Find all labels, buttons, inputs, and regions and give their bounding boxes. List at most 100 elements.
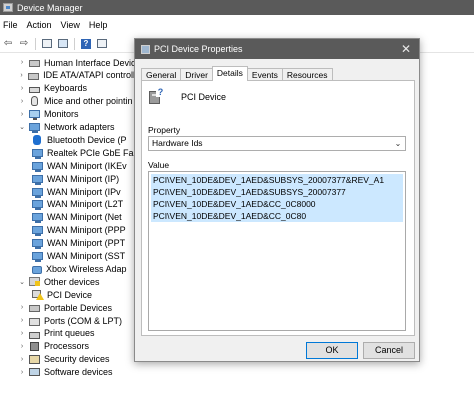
- tab-details[interactable]: Details: [211, 66, 248, 81]
- tree-item[interactable]: › Mice and other pointin: [0, 95, 140, 108]
- tree-item-label: Mice and other pointin: [44, 96, 133, 107]
- printer-icon: [29, 331, 40, 339]
- chevron-down-icon[interactable]: ⌄: [18, 278, 26, 286]
- tree-item[interactable]: › Processors: [0, 340, 140, 353]
- tree-item-label: Xbox Wireless Adap: [46, 263, 127, 274]
- dialog-titlebar: PCI Device Properties ✕: [135, 39, 419, 59]
- tree-item[interactable]: Realtek PCIe GbE Fa: [0, 146, 140, 159]
- portable-device-icon: [29, 305, 40, 313]
- tree-item-label: WAN Miniport (Net: [47, 212, 122, 223]
- toolbar-separator: [74, 37, 75, 50]
- tree-item[interactable]: WAN Miniport (PPT: [0, 237, 140, 250]
- menu-view[interactable]: View: [58, 20, 86, 30]
- value-list-item[interactable]: PCI\VEN_10DE&DEV_1AED&SUBSYS_20007377: [151, 186, 403, 198]
- device-name: PCI Device: [181, 92, 227, 102]
- cancel-button[interactable]: Cancel: [363, 342, 415, 359]
- tree-item[interactable]: WAN Miniport (L2T: [0, 198, 140, 211]
- tree-item-label: PCI Device: [47, 289, 93, 300]
- tree-item-label: WAN Miniport (IP): [47, 173, 120, 184]
- chevron-right-icon[interactable]: ›: [18, 330, 26, 337]
- device-tree-view-icon[interactable]: [41, 38, 53, 50]
- ide-controller-icon: [28, 72, 40, 80]
- property-dropdown[interactable]: Hardware Ids ⌄: [148, 136, 406, 151]
- tree-item[interactable]: › IDE ATA/ATAPI controlle: [0, 69, 140, 82]
- tree-item[interactable]: PCI Device: [0, 288, 140, 301]
- tree-item-label: WAN Miniport (PPP: [47, 225, 126, 236]
- value-list[interactable]: PCI\VEN_10DE&DEV_1AED&SUBSYS_20007377&RE…: [148, 171, 406, 331]
- chevron-right-icon[interactable]: ›: [18, 343, 26, 350]
- tree-item[interactable]: WAN Miniport (IP): [0, 172, 140, 185]
- tree-item-label: WAN Miniport (IKEv: [47, 160, 127, 171]
- chevron-right-icon[interactable]: ›: [18, 369, 26, 376]
- chevron-right-icon[interactable]: ›: [18, 98, 26, 105]
- tree-item[interactable]: › Human Interface Devic: [0, 56, 140, 69]
- tree-item[interactable]: Bluetooth Device (P: [0, 133, 140, 146]
- tree-item-label: Other devices: [44, 276, 100, 287]
- chevron-right-icon[interactable]: ›: [18, 59, 26, 66]
- properties-icon[interactable]: [57, 38, 69, 50]
- tree-item[interactable]: › Print queues: [0, 327, 140, 340]
- menu-action[interactable]: Action: [24, 20, 58, 30]
- tree-item[interactable]: › Software devices: [0, 366, 140, 379]
- tree-item[interactable]: ⌄ Other devices: [0, 275, 140, 288]
- pci-device-properties-dialog: PCI Device Properties ✕ General Driver D…: [134, 38, 420, 362]
- device-manager-app-icon: [3, 3, 13, 12]
- chevron-right-icon[interactable]: ›: [18, 85, 26, 92]
- window-title: Device Manager: [17, 2, 83, 13]
- chevron-right-icon[interactable]: ›: [18, 317, 26, 324]
- tree-item-label: IDE ATA/ATAPI controlle: [43, 70, 140, 81]
- tree-item-label: Keyboards: [44, 83, 88, 94]
- chevron-right-icon[interactable]: ›: [18, 304, 26, 311]
- scan-hardware-icon[interactable]: [96, 38, 108, 50]
- tree-item-label: Portable Devices: [44, 302, 113, 313]
- forward-arrow-icon[interactable]: ⇨: [18, 38, 30, 50]
- value-list-item[interactable]: PCI\VEN_10DE&DEV_1AED&CC_0C80: [151, 210, 403, 222]
- hid-icon: [29, 60, 40, 67]
- chevron-right-icon[interactable]: ›: [18, 356, 26, 363]
- tree-item-label: Processors: [44, 341, 90, 352]
- toolbar-separator: [35, 37, 36, 50]
- network-adapter-icon: [32, 174, 43, 185]
- chevron-right-icon[interactable]: ›: [18, 72, 25, 79]
- security-device-icon: [29, 354, 40, 364]
- help-icon[interactable]: ?: [80, 38, 92, 50]
- tree-item-label: Software devices: [44, 367, 113, 378]
- dialog-title-icon: [141, 44, 150, 54]
- property-dropdown-value: Hardware Ids: [152, 138, 203, 148]
- chevron-right-icon[interactable]: ›: [18, 111, 26, 118]
- tree-item-label: WAN Miniport (SST: [47, 251, 126, 261]
- tree-item[interactable]: › Keyboards: [0, 82, 140, 95]
- network-adapter-icon: [32, 200, 43, 211]
- menu-help[interactable]: Help: [86, 20, 114, 30]
- tree-item[interactable]: › Ports (COM & LPT): [0, 314, 140, 327]
- network-adapter-icon: [32, 187, 43, 198]
- other-devices-icon: [29, 277, 40, 287]
- tree-item[interactable]: WAN Miniport (IKEv: [0, 159, 140, 172]
- tree-item-label: Network adapters: [44, 122, 115, 132]
- tree-item-label: Bluetooth Device (P: [47, 134, 127, 145]
- tree-item-label: WAN Miniport (IPv: [47, 186, 121, 197]
- chevron-down-icon[interactable]: ⌄: [18, 123, 26, 131]
- processor-icon: [30, 341, 39, 351]
- value-list-item[interactable]: PCI\VEN_10DE&DEV_1AED&CC_0C8000: [151, 198, 403, 210]
- tree-item-label: Monitors: [44, 109, 79, 120]
- tree-item[interactable]: WAN Miniport (IPv: [0, 185, 140, 198]
- back-arrow-icon[interactable]: ⇦: [2, 38, 14, 50]
- chevron-down-icon: ⌄: [394, 139, 402, 148]
- ok-button[interactable]: OK: [306, 342, 358, 359]
- value-list-item[interactable]: PCI\VEN_10DE&DEV_1AED&SUBSYS_20007377&RE…: [151, 174, 403, 186]
- tree-item[interactable]: › Security devices: [0, 353, 140, 366]
- software-device-icon: [29, 368, 40, 377]
- device-tree: › Human Interface Devic › IDE ATA/ATAPI con…: [0, 56, 140, 397]
- tree-item[interactable]: ⌄ Network adapters: [0, 121, 140, 134]
- tree-item[interactable]: Xbox Wireless Adap: [0, 262, 140, 275]
- close-icon[interactable]: ✕: [399, 42, 413, 56]
- network-adapter-icon: [32, 148, 43, 159]
- tree-item[interactable]: WAN Miniport (PPP: [0, 224, 140, 237]
- tree-item[interactable]: › Portable Devices: [0, 301, 140, 314]
- menu-file[interactable]: File: [0, 20, 24, 30]
- tree-item[interactable]: WAN Miniport (Net: [0, 211, 140, 224]
- keyboard-icon: [29, 87, 40, 94]
- tree-item[interactable]: › Monitors: [0, 108, 140, 121]
- tree-item[interactable]: WAN Miniport (SST: [0, 250, 140, 263]
